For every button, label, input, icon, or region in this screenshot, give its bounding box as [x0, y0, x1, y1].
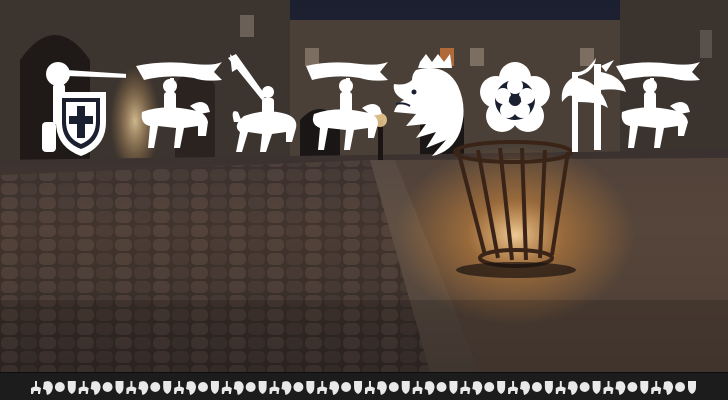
strip-glyph — [174, 381, 185, 394]
strip-glyph — [615, 381, 626, 395]
character-map-strip — [0, 372, 728, 400]
strip-glyph — [651, 381, 662, 394]
strip-glyph — [663, 381, 674, 395]
strip-glyph — [555, 381, 566, 394]
strip-glyph — [449, 381, 458, 394]
strip-glyph — [388, 382, 399, 392]
strip-glyph — [78, 381, 89, 394]
banner-knight-icon — [302, 52, 392, 160]
crusader-shield-icon — [36, 52, 126, 160]
strip-glyph — [67, 381, 76, 394]
strip-glyph — [544, 381, 553, 394]
strip-glyph — [341, 382, 352, 392]
strip-glyph — [627, 382, 638, 392]
strip-glyph — [592, 381, 601, 394]
strip-glyph — [90, 381, 101, 395]
strip-glyph — [688, 381, 696, 394]
strip-glyph — [138, 381, 149, 395]
strip-glyph — [31, 381, 41, 394]
strip-glyph — [126, 381, 137, 394]
strip-glyph — [424, 381, 435, 395]
strip-glyph — [364, 381, 375, 394]
strip-glyph — [376, 381, 387, 395]
strip-glyph — [197, 382, 208, 392]
sample-glyph-row — [0, 52, 728, 162]
strip-glyph — [508, 381, 519, 394]
banner-knight-icon — [614, 52, 704, 160]
strip-glyph — [245, 382, 256, 392]
strip-glyph — [54, 382, 65, 392]
strip-glyph — [102, 382, 113, 392]
strip-glyph — [603, 381, 614, 394]
strip-glyph — [42, 381, 53, 395]
strip-glyph — [281, 381, 292, 395]
banner-knight-icon — [134, 52, 224, 160]
strip-glyph — [163, 381, 172, 394]
strip-glyph — [675, 382, 686, 392]
strip-glyph — [484, 382, 495, 392]
strip-glyph — [221, 381, 232, 394]
strip-glyph — [640, 381, 649, 394]
strip-glyph — [186, 381, 197, 395]
strip-glyph — [497, 381, 506, 394]
strip-glyph — [317, 381, 328, 394]
strip-glyph — [233, 381, 244, 395]
strip-glyph — [460, 381, 471, 394]
strip-glyph — [210, 381, 219, 394]
strip-glyph — [401, 381, 410, 394]
strip-glyph — [436, 382, 447, 392]
font-preview-banner — [0, 0, 728, 400]
charging-knight-icon — [222, 52, 312, 160]
strip-glyph — [150, 382, 161, 392]
strip-glyph — [329, 381, 340, 395]
strip-glyph — [258, 381, 267, 394]
tudor-rose-icon — [470, 52, 560, 160]
character-map-glyphs — [31, 381, 696, 395]
strip-glyph — [293, 382, 304, 392]
strip-glyph — [472, 381, 483, 395]
strip-glyph — [567, 381, 578, 395]
strip-glyph — [306, 381, 315, 394]
strip-glyph — [520, 381, 531, 395]
lion-head-icon — [386, 52, 476, 160]
strip-glyph — [412, 381, 423, 394]
strip-glyph — [531, 382, 542, 392]
strip-glyph — [115, 381, 124, 394]
strip-glyph — [354, 381, 363, 394]
strip-glyph — [269, 381, 280, 394]
strip-glyph — [579, 382, 590, 392]
